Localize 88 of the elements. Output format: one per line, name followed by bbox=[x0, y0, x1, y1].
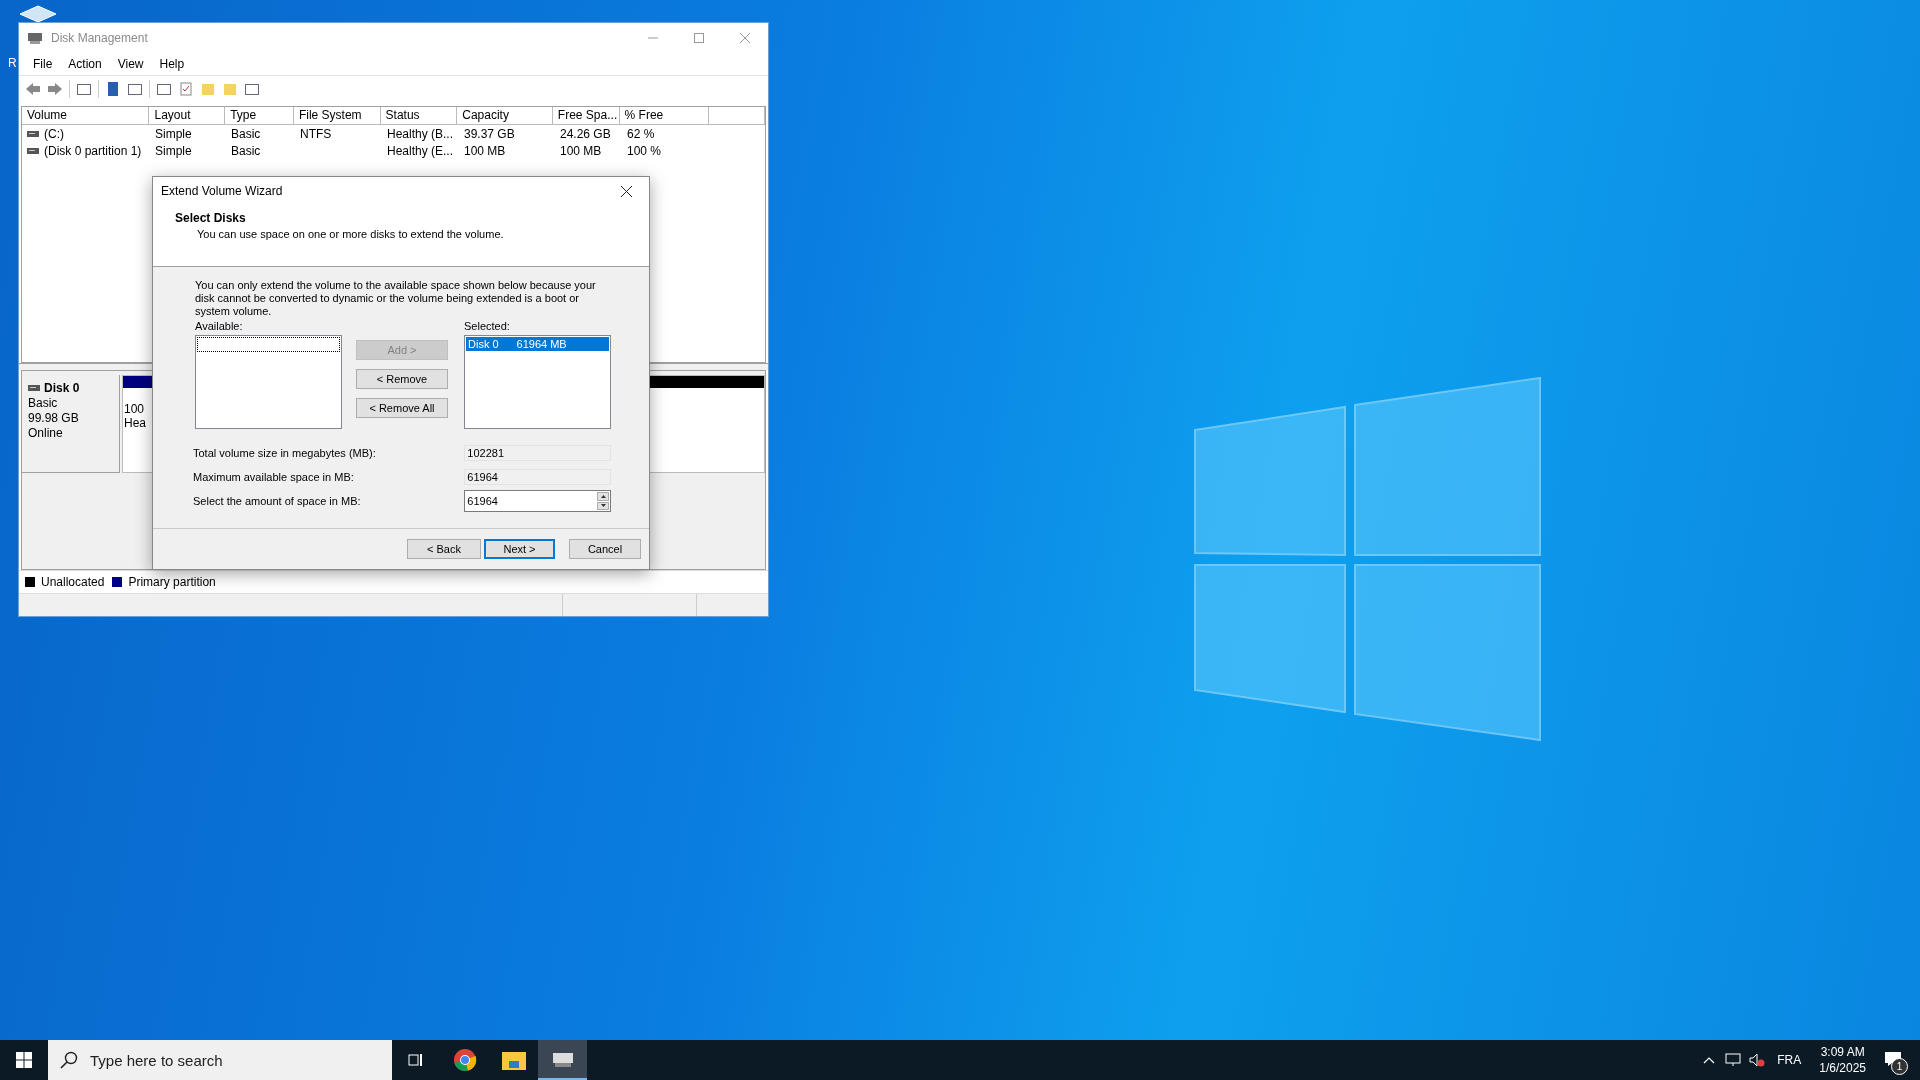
menu-item[interactable]: Action bbox=[60, 55, 110, 73]
app-icon bbox=[27, 31, 43, 45]
search-icon bbox=[60, 1051, 78, 1069]
clock-date: 1/6/2025 bbox=[1819, 1060, 1866, 1076]
table-cell: (Disk 0 partition 1) bbox=[22, 143, 150, 158]
checklist-icon[interactable] bbox=[178, 81, 194, 97]
list-item[interactable]: Disk 0 61964 MB bbox=[466, 337, 609, 351]
move-button[interactable]: < Remove All bbox=[356, 398, 448, 418]
column-header[interactable]: Layout bbox=[149, 107, 226, 124]
disk-management-taskbar-button[interactable] bbox=[538, 1040, 587, 1080]
disk-size: 99.98 GB bbox=[28, 411, 80, 425]
dialog-button[interactable]: < Back bbox=[407, 539, 481, 559]
table-cell-text: Basic bbox=[230, 126, 262, 141]
column-header[interactable]: File System bbox=[293, 107, 381, 124]
spin-down-icon[interactable] bbox=[597, 501, 609, 510]
readonly-field: 61964 bbox=[464, 469, 611, 485]
table-cell-text: 100 % bbox=[626, 143, 663, 158]
language-indicator[interactable]: FRA bbox=[1769, 1053, 1810, 1067]
window-title: Disk Management bbox=[51, 31, 149, 45]
field-label: Maximum available space in MB: bbox=[193, 471, 355, 483]
menu-item[interactable]: View bbox=[109, 55, 152, 73]
menu-item[interactable]: Help bbox=[151, 55, 193, 73]
legend-label: Primary partition bbox=[128, 575, 216, 589]
search-input[interactable]: Type here to search bbox=[88, 1050, 372, 1070]
desktop-icon-label: R bbox=[8, 56, 17, 70]
spin-up-icon[interactable] bbox=[597, 492, 609, 501]
table-cell-text: 100 MB bbox=[559, 143, 603, 158]
notification-count: 1 bbox=[1891, 1058, 1908, 1075]
browser-icon bbox=[452, 1048, 477, 1072]
readonly-field: 102281 bbox=[464, 445, 611, 461]
four-squares-icon bbox=[16, 1052, 32, 1068]
chevron-up-icon bbox=[1703, 1056, 1716, 1064]
table-cell-text: Simple bbox=[154, 143, 193, 158]
wizard-heading: Select Disks bbox=[175, 211, 247, 225]
dialog-title: Extend Volume Wizard bbox=[161, 184, 283, 198]
disk-label: Disk 0 bbox=[468, 338, 499, 350]
field-label: Total volume size in megabytes (MB): bbox=[193, 447, 377, 459]
disk-status: Online bbox=[28, 426, 64, 440]
partition-text: 100 bbox=[124, 402, 146, 416]
folder-icon bbox=[501, 1050, 526, 1070]
available-label: Available: bbox=[195, 320, 244, 332]
amount-spinner[interactable]: 61964 bbox=[464, 490, 611, 512]
column-header[interactable]: Status bbox=[380, 107, 458, 124]
table-cell-text: Basic bbox=[230, 143, 262, 158]
selected-label: Selected: bbox=[464, 320, 511, 332]
table-cell-text: Healthy (B... bbox=[386, 126, 455, 141]
close-icon bbox=[620, 185, 632, 197]
available-list[interactable] bbox=[195, 335, 342, 429]
maximize-icon bbox=[694, 33, 704, 43]
wizard-subheading: You can use space on one or more disks to extend the volume. bbox=[197, 228, 505, 240]
task-view-icon bbox=[408, 1052, 424, 1068]
column-header[interactable]: % Free bbox=[619, 107, 710, 124]
table-cell-text: Simple bbox=[154, 126, 193, 141]
back-arrow-icon[interactable] bbox=[25, 81, 41, 97]
drive-icon bbox=[27, 147, 39, 154]
table-cell-text: 100 MB bbox=[463, 143, 507, 158]
amount-input[interactable]: 61964 bbox=[465, 494, 597, 508]
column-header[interactable]: Volume bbox=[22, 107, 150, 124]
selected-list[interactable]: Disk 0 61964 MB bbox=[464, 335, 611, 429]
disk-type: Basic bbox=[28, 396, 59, 410]
table-cell-text: Healthy (E... bbox=[386, 143, 455, 158]
disk-name: Disk 0 bbox=[28, 381, 113, 395]
table-cell: (C:) bbox=[22, 126, 150, 141]
clock[interactable]: 3:09 AM 1/6/2025 bbox=[1809, 1044, 1876, 1076]
table-cell-text: 24.26 GB bbox=[559, 126, 612, 141]
table-cell-text: 62 % bbox=[626, 126, 656, 141]
table-cell-text: 39.37 GB bbox=[463, 126, 516, 141]
clock-time: 3:09 AM bbox=[1820, 1044, 1865, 1060]
dialog-button[interactable]: Cancel bbox=[569, 539, 641, 559]
drive-icon bbox=[28, 385, 40, 391]
close-icon bbox=[740, 33, 750, 43]
partition-text: Hea bbox=[124, 416, 147, 430]
field-label: Select the amount of space in MB: bbox=[193, 495, 362, 507]
disk-space: 61964 MB bbox=[516, 338, 567, 350]
table-cell-text: NTFS bbox=[299, 126, 333, 141]
search-field[interactable]: Type here to search bbox=[48, 1040, 392, 1080]
move-button[interactable]: < Remove bbox=[356, 369, 448, 389]
monitor-icon bbox=[1725, 1053, 1742, 1067]
legend-label: Unallocated bbox=[41, 575, 105, 589]
forward-arrow-icon[interactable] bbox=[47, 81, 63, 97]
column-header[interactable]: Type bbox=[225, 107, 294, 124]
dialog-button[interactable]: Next > bbox=[484, 539, 555, 559]
muted-speaker-icon bbox=[1749, 1053, 1766, 1067]
menu-item[interactable]: File bbox=[25, 55, 61, 73]
column-header[interactable]: Capacity bbox=[457, 107, 553, 124]
drive-icon bbox=[27, 130, 39, 137]
column-header[interactable]: Free Spa... bbox=[552, 107, 620, 124]
info-paragraph: You can only extend the volume to the available space shown below because your disk cannot be converted to dynamic or the volume being extended is a boot or system volume. bbox=[195, 279, 597, 318]
